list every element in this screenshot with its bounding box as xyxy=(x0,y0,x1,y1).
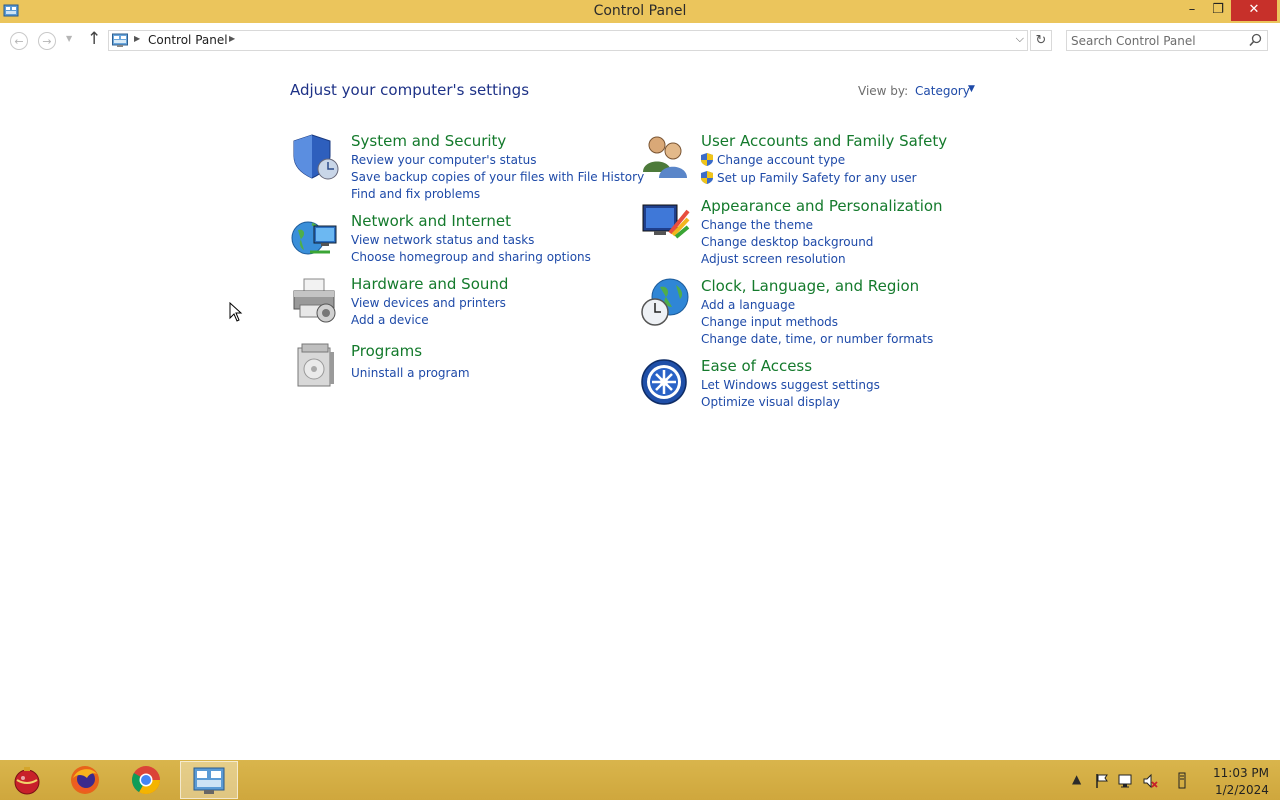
taskbar-clock-time[interactable]: 11:03 PM xyxy=(1213,766,1273,780)
review-status-link[interactable]: Review your computer's status xyxy=(351,153,537,167)
appearance-link[interactable]: Appearance and Personalization xyxy=(701,197,943,215)
devices-printers-link[interactable]: View devices and printers xyxy=(351,296,506,310)
control-panel-window: Control Panel – ❐ ✕ ← → ▼ ↑ ▶ Control Pa… xyxy=(0,0,1280,760)
desktop-background-link[interactable]: Change desktop background xyxy=(701,235,873,249)
taskbar-app-control-panel[interactable] xyxy=(180,761,238,799)
category-system-security: System and Security Review your computer… xyxy=(290,132,644,204)
network-globe-icon[interactable] xyxy=(290,212,340,262)
change-theme-link[interactable]: Change the theme xyxy=(701,218,813,232)
category-appearance: Appearance and Personalization Change th… xyxy=(640,197,980,269)
taskbar-app-ornament[interactable] xyxy=(0,761,58,799)
programs-box-icon[interactable] xyxy=(290,342,340,392)
file-history-link[interactable]: Save backup copies of your files with Fi… xyxy=(351,170,644,184)
breadcrumb-separator[interactable]: ▶ xyxy=(134,34,140,43)
forward-button[interactable]: → xyxy=(38,32,56,50)
change-account-type-link[interactable]: Change account type xyxy=(717,153,845,167)
shield-icon[interactable] xyxy=(290,132,340,182)
breadcrumb-control-panel[interactable]: Control Panel xyxy=(148,33,228,47)
close-button[interactable]: ✕ xyxy=(1231,0,1277,21)
volume-muted-icon[interactable] xyxy=(1142,773,1158,789)
title-bar: Control Panel – ❐ ✕ xyxy=(0,0,1280,23)
system-security-link[interactable]: System and Security xyxy=(351,132,506,150)
add-language-link[interactable]: Add a language xyxy=(701,298,795,312)
category-network-internet: Network and Internet View network status… xyxy=(290,212,620,268)
category-programs: Programs Uninstall a program xyxy=(290,342,620,392)
address-bar[interactable]: ▶ Control Panel ▶ ⌵ xyxy=(108,30,1028,51)
restore-button[interactable]: ❐ xyxy=(1203,0,1233,21)
recent-locations-button[interactable]: ▼ xyxy=(66,34,72,43)
clock-globe-icon[interactable] xyxy=(640,277,690,327)
ease-of-access-icon[interactable] xyxy=(640,357,690,407)
breadcrumb-separator[interactable]: ▶ xyxy=(229,34,235,43)
control-panel-icon xyxy=(112,33,128,47)
input-methods-link[interactable]: Change input methods xyxy=(701,315,838,329)
action-center-flag-icon[interactable] xyxy=(1094,773,1110,789)
hardware-sound-link[interactable]: Hardware and Sound xyxy=(351,275,508,293)
screen-resolution-link[interactable]: Adjust screen resolution xyxy=(701,252,846,266)
search-icon[interactable] xyxy=(1249,33,1262,47)
uac-shield-icon xyxy=(701,171,713,184)
user-accounts-link[interactable]: User Accounts and Family Safety xyxy=(701,132,947,150)
add-device-link[interactable]: Add a device xyxy=(351,313,429,327)
printer-icon[interactable] xyxy=(290,275,340,325)
uac-shield-icon xyxy=(701,153,713,166)
users-icon[interactable] xyxy=(640,132,690,182)
optimize-display-link[interactable]: Optimize visual display xyxy=(701,395,840,409)
find-fix-problems-link[interactable]: Find and fix problems xyxy=(351,187,480,201)
category-clock-region: Clock, Language, and Region Add a langua… xyxy=(640,277,980,349)
suggest-settings-link[interactable]: Let Windows suggest settings xyxy=(701,378,880,392)
view-by-dropdown[interactable]: Category xyxy=(915,84,970,98)
family-safety-link[interactable]: Set up Family Safety for any user xyxy=(717,171,917,185)
search-input[interactable] xyxy=(1071,32,1241,49)
uninstall-program-link[interactable]: Uninstall a program xyxy=(351,366,470,380)
monitor-paintbrush-icon[interactable] xyxy=(640,197,690,247)
view-by-caret-icon[interactable]: ▼ xyxy=(968,84,975,94)
network-internet-link[interactable]: Network and Internet xyxy=(351,212,511,230)
taskbar-clock-date[interactable]: 1/2/2024 xyxy=(1215,783,1269,797)
navigation-bar: ← → ▼ ↑ ▶ Control Panel ▶ ⌵ ↻ xyxy=(0,23,1280,59)
homegroup-sharing-link[interactable]: Choose homegroup and sharing options xyxy=(351,250,591,264)
up-button[interactable]: ↑ xyxy=(87,29,101,49)
address-dropdown-button[interactable]: ⌵ xyxy=(1016,32,1024,46)
chrome-icon xyxy=(132,766,160,794)
control-panel-icon xyxy=(193,767,225,794)
search-box[interactable] xyxy=(1066,30,1268,51)
network-status-link[interactable]: View network status and tasks xyxy=(351,233,534,247)
window-title: Control Panel xyxy=(593,3,687,19)
back-button[interactable]: ← xyxy=(10,32,28,50)
pen-input-icon[interactable] xyxy=(1175,772,1189,790)
ease-of-access-link[interactable]: Ease of Access xyxy=(701,357,812,375)
taskbar-app-firefox[interactable] xyxy=(56,761,114,799)
category-ease-of-access: Ease of Access Let Windows suggest setti… xyxy=(640,357,980,413)
network-icon[interactable] xyxy=(1118,773,1134,789)
clock-region-link[interactable]: Clock, Language, and Region xyxy=(701,277,919,295)
category-user-accounts: User Accounts and Family Safety Change a… xyxy=(640,132,980,188)
view-by-label: View by: xyxy=(858,84,909,98)
mouse-cursor-icon xyxy=(229,302,243,322)
page-heading: Adjust your computer's settings xyxy=(290,81,530,99)
ornament-app-icon xyxy=(14,767,40,795)
taskbar: ▲ xyxy=(0,760,1280,800)
taskbar-app-chrome[interactable] xyxy=(117,761,175,799)
refresh-button[interactable]: ↻ xyxy=(1030,30,1052,51)
category-hardware-sound: Hardware and Sound View devices and prin… xyxy=(290,275,620,331)
firefox-icon xyxy=(71,766,99,794)
show-hidden-icons-button[interactable]: ▲ xyxy=(1072,772,1081,786)
date-time-formats-link[interactable]: Change date, time, or number formats xyxy=(701,332,933,346)
programs-link[interactable]: Programs xyxy=(351,342,422,360)
